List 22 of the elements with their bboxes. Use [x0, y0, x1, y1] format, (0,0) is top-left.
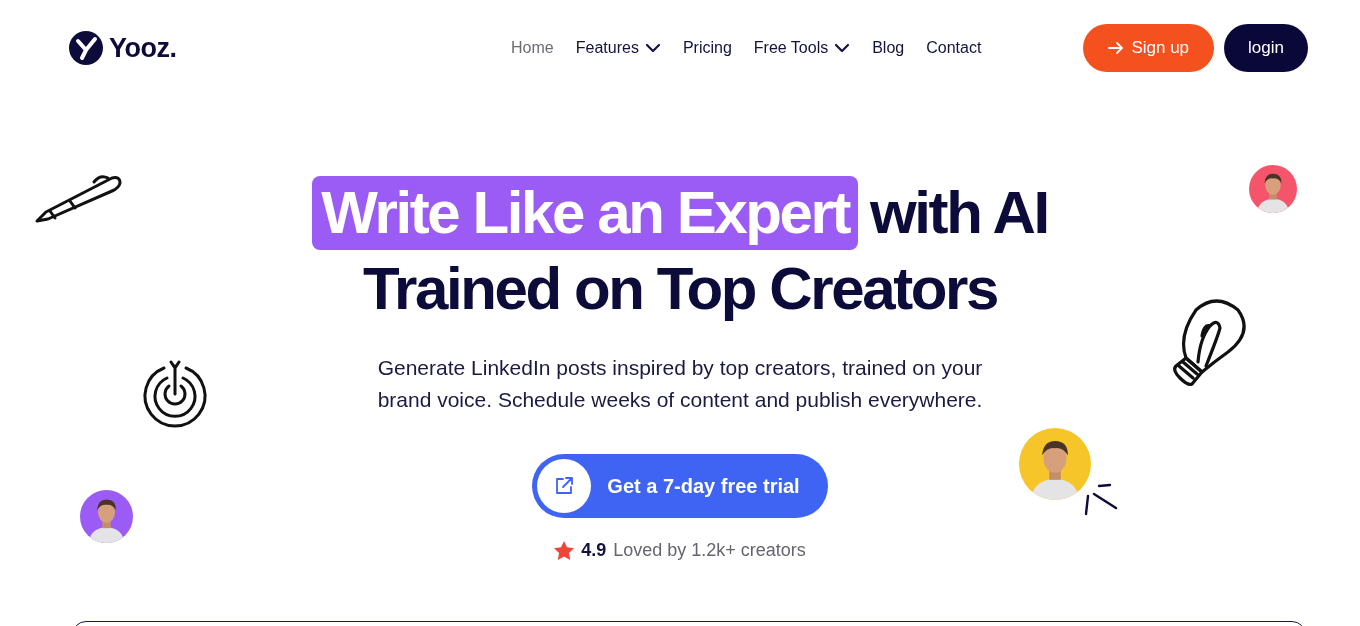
headline-text: Trained on Top Creators — [363, 254, 997, 324]
rating-text: Loved by 1.2k+ creators — [613, 540, 806, 561]
login-button[interactable]: login — [1224, 24, 1308, 72]
hero-subtitle: Generate LinkedIn posts inspired by top creators, trained on your brand voice. Schedule weeks of content and publish everywhere. — [376, 355, 984, 413]
nav-link[interactable]: Blog — [872, 39, 905, 57]
headline-text: with AI — [870, 178, 1048, 248]
free-trial-button[interactable]: Get a 7-day free trial — [532, 454, 828, 518]
nav-link[interactable]: Home — [511, 39, 554, 57]
star-icon — [554, 541, 575, 560]
headline-highlight: Write Like an Expert — [312, 176, 859, 250]
nav-link[interactable]: Free Tools — [753, 39, 851, 57]
nav-link[interactable]: Pricing — [682, 39, 732, 57]
arrow-right-icon — [1108, 41, 1125, 55]
brand-name: Yooz. — [109, 32, 177, 64]
chevron-down-icon — [644, 43, 661, 53]
nav-link[interactable]: Features — [575, 39, 661, 57]
external-link-icon — [537, 459, 592, 513]
logo-icon — [69, 31, 103, 65]
target-icon — [140, 360, 210, 430]
nav-link[interactable]: Contact — [926, 39, 982, 57]
chevron-down-icon — [834, 43, 851, 53]
rating-score: 4.9 — [581, 540, 607, 561]
